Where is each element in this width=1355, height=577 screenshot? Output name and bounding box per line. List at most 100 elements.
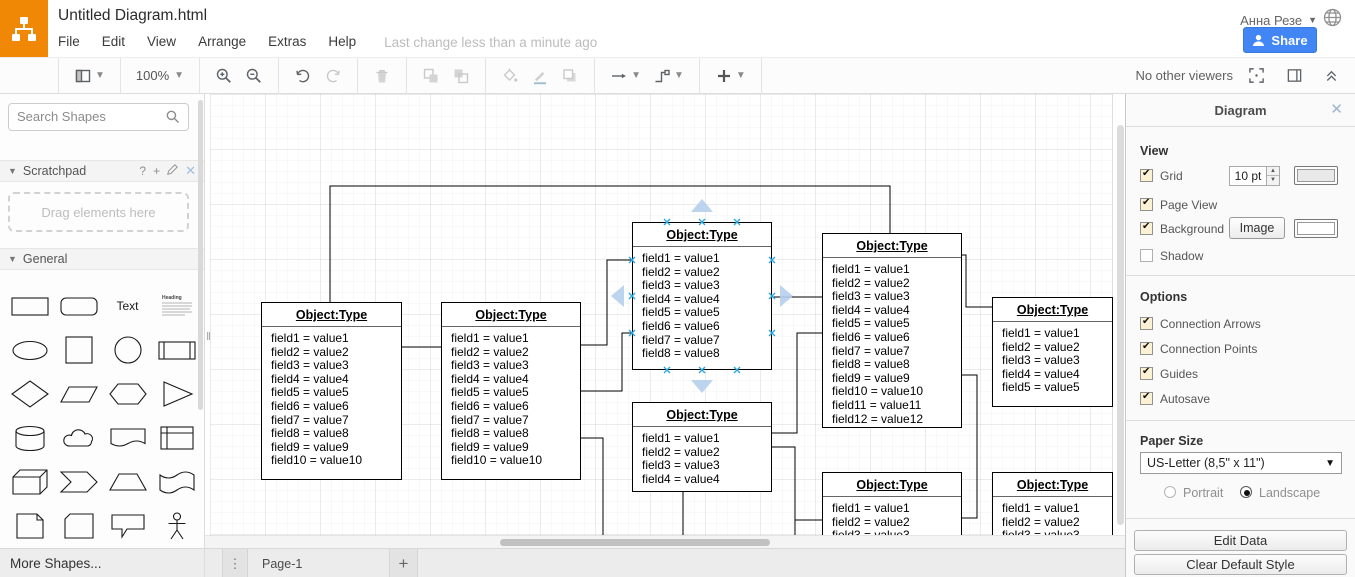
- menu-file[interactable]: File: [58, 34, 80, 49]
- shape-ellipse[interactable]: [5, 328, 54, 372]
- hscrollbar-thumb[interactable]: [500, 539, 770, 546]
- grid-size-stepper[interactable]: ▲▼: [1267, 166, 1280, 186]
- grid-color-swatch[interactable]: [1294, 166, 1338, 185]
- canvas-hscrollbar[interactable]: [205, 535, 1125, 548]
- user-caret-icon[interactable]: ▼: [1308, 15, 1317, 25]
- connection-points-checkbox[interactable]: [1140, 342, 1153, 355]
- background-image-button[interactable]: Image: [1229, 217, 1285, 239]
- scratchpad-close-icon[interactable]: ✕: [185, 163, 196, 179]
- shape-hexagon[interactable]: [103, 372, 152, 416]
- autosave-checkbox[interactable]: [1140, 392, 1153, 405]
- shape-square[interactable]: [54, 328, 103, 372]
- object-box[interactable]: Object:Typefield1 = value1field2 = value…: [822, 233, 962, 428]
- page-view-checkbox[interactable]: [1140, 198, 1153, 211]
- shape-text[interactable]: Text: [103, 284, 152, 328]
- shape-note[interactable]: [5, 504, 54, 548]
- shape-triangle[interactable]: [152, 372, 201, 416]
- shape-parallelogram[interactable]: [54, 372, 103, 416]
- shape-step[interactable]: [54, 460, 103, 504]
- language-globe-icon[interactable]: [1323, 8, 1342, 32]
- background-color-swatch[interactable]: [1294, 219, 1338, 238]
- shape-internal-storage[interactable]: [152, 416, 201, 460]
- object-box[interactable]: Object:Typefield1 = value1field2 = value…: [261, 302, 402, 480]
- clear-default-style-button[interactable]: Clear Default Style: [1134, 554, 1347, 575]
- collapse-toolbar-icon[interactable]: [1320, 64, 1343, 87]
- scratchpad-drop-zone[interactable]: Drag elements here: [8, 192, 189, 232]
- menu-edit[interactable]: Edit: [102, 34, 125, 49]
- toolbar-waypoints-button[interactable]: ▼: [649, 63, 688, 89]
- guides-checkbox[interactable]: [1140, 367, 1153, 380]
- shape-cylinder[interactable]: [5, 416, 54, 460]
- search-input[interactable]: [17, 109, 162, 124]
- menu-help[interactable]: Help: [328, 34, 356, 49]
- scratchpad-edit-icon[interactable]: [167, 164, 178, 178]
- toolbar-line-color-button[interactable]: [527, 63, 553, 89]
- tab-diagram[interactable]: Diagram: [1126, 103, 1355, 118]
- shape-cloud[interactable]: [54, 416, 103, 460]
- sidebar-scrollbar[interactable]: [198, 100, 203, 410]
- object-box[interactable]: Object:Typefield1 = value1field2 = value…: [632, 402, 772, 492]
- grid-checkbox[interactable]: [1140, 169, 1153, 182]
- sidebar-collapse-handle[interactable]: ‖: [205, 323, 212, 351]
- shape-card[interactable]: [54, 504, 103, 548]
- dropdown-caret-icon: ▼: [674, 70, 684, 81]
- toolbar-zoom-in-button[interactable]: [211, 63, 237, 89]
- shape-process[interactable]: [152, 328, 201, 372]
- shape-rounded-rectangle[interactable]: [54, 284, 103, 328]
- toolbar-insert-button[interactable]: ▼: [711, 63, 750, 89]
- background-checkbox[interactable]: [1140, 222, 1153, 235]
- shape-actor[interactable]: [152, 504, 201, 548]
- edit-data-button[interactable]: Edit Data: [1134, 530, 1347, 551]
- user-menu[interactable]: Анна Резе: [1240, 13, 1302, 28]
- more-shapes-button[interactable]: More Shapes...: [0, 548, 205, 577]
- shape-callout[interactable]: [103, 504, 152, 548]
- share-button[interactable]: Share: [1243, 27, 1317, 53]
- canvas-vscrollbar[interactable]: [1117, 95, 1124, 535]
- scratchpad-add-icon[interactable]: +: [153, 164, 160, 178]
- grid-size-input[interactable]: 10 pt: [1229, 166, 1267, 186]
- shape-rectangle[interactable]: [5, 284, 54, 328]
- paper-size-select[interactable]: US-Letter (8,5" x 11") ▼: [1140, 452, 1342, 474]
- toolbar-to-back-button[interactable]: [448, 63, 474, 89]
- menu-extras[interactable]: Extras: [268, 34, 306, 49]
- toolbar-shadow-button[interactable]: [557, 63, 583, 89]
- general-section[interactable]: ▼ General: [0, 248, 204, 270]
- object-box[interactable]: Object:Typefield1 = value1field2 = value…: [441, 302, 581, 480]
- toolbar-connection-button[interactable]: ▼: [606, 63, 645, 89]
- connection-arrows-checkbox[interactable]: [1140, 317, 1153, 330]
- shape-document[interactable]: [103, 416, 152, 460]
- menu-arrange[interactable]: Arrange: [198, 34, 246, 49]
- vscrollbar-thumb[interactable]: [1117, 125, 1124, 525]
- scratchpad-help-icon[interactable]: ?: [139, 164, 146, 178]
- fullscreen-icon[interactable]: [1244, 63, 1269, 88]
- toolbar-view-button[interactable]: ▼: [70, 63, 109, 89]
- shape-trapezoid[interactable]: [103, 460, 152, 504]
- shape-cube[interactable]: [5, 460, 54, 504]
- portrait-radio[interactable]: [1164, 486, 1176, 498]
- toolbar-fill-color-button[interactable]: [497, 63, 523, 89]
- search-icon[interactable]: [165, 109, 181, 130]
- menu-view[interactable]: View: [147, 34, 176, 49]
- object-field: field4 = value4: [271, 373, 397, 387]
- toolbar-redo-button[interactable]: [320, 63, 346, 89]
- page-tab[interactable]: Page-1: [248, 549, 390, 577]
- toolbar-to-front-button[interactable]: [418, 63, 444, 89]
- toolbar-zoom-label-button[interactable]: 100%▼: [132, 64, 188, 87]
- scratchpad-section[interactable]: ▼ Scratchpad ? + ✕: [0, 160, 204, 182]
- shape-tape[interactable]: [152, 460, 201, 504]
- object-box[interactable]: Object:Typefield1 = value1field2 = value…: [992, 297, 1113, 407]
- close-icon[interactable]: ✕: [1330, 102, 1343, 117]
- toolbar-undo-button[interactable]: [290, 63, 316, 89]
- shadow-checkbox[interactable]: [1140, 249, 1153, 262]
- shape-diamond[interactable]: [5, 372, 54, 416]
- object-field: field2 = value2: [832, 516, 957, 530]
- shape-textbox[interactable]: Heading: [152, 284, 201, 328]
- object-box-hovered[interactable]: Object:Typefield1 = value1field2 = value…: [632, 222, 772, 370]
- format-panel-toggle-icon[interactable]: [1282, 63, 1307, 88]
- toolbar-zoom-out-button[interactable]: [241, 63, 267, 89]
- landscape-radio[interactable]: [1240, 486, 1252, 498]
- toolbar-delete-button[interactable]: [369, 63, 395, 89]
- shape-circle[interactable]: [103, 328, 152, 372]
- pages-menu-button[interactable]: ⋮: [222, 549, 248, 577]
- add-page-button[interactable]: +: [390, 549, 418, 577]
